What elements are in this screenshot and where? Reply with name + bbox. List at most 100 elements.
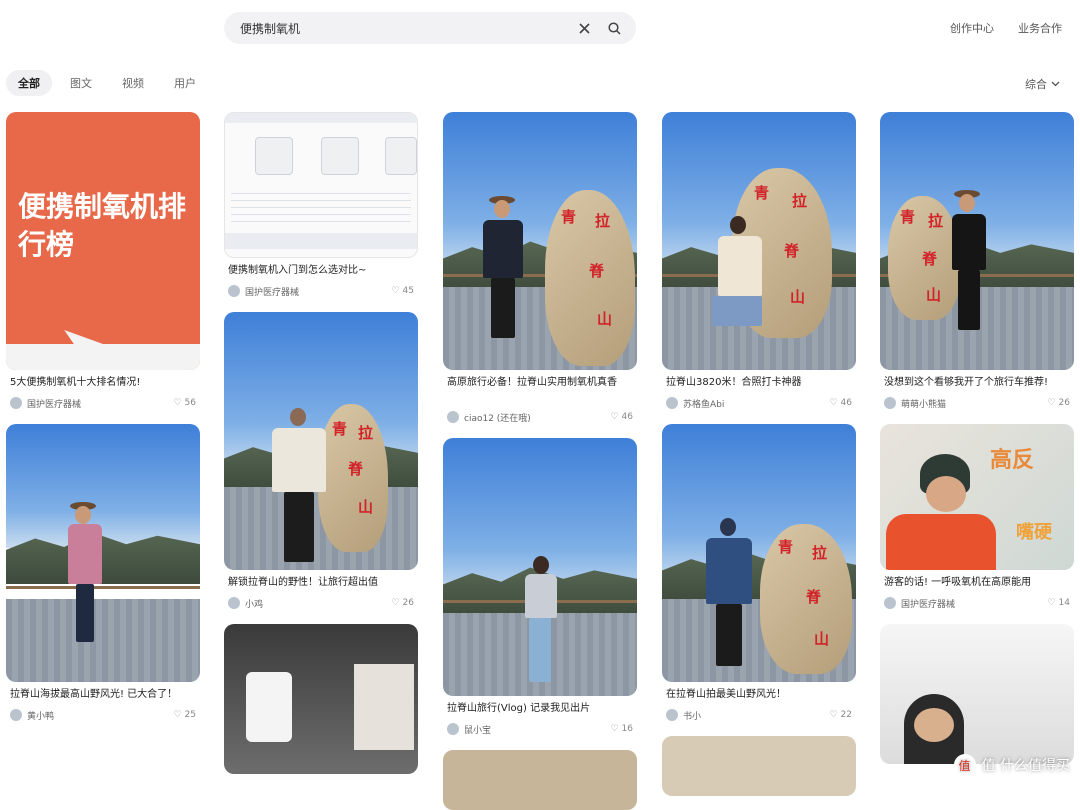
author-name[interactable]: 苏格鱼Abi — [683, 397, 724, 410]
note-card[interactable]: 拉脊山旅行(Vlog) 记录我见出片 鼠小宝 ♡ 16 — [443, 438, 637, 736]
note-title[interactable]: 5大便携制氧机十大排名情况! — [6, 376, 200, 390]
note-cover[interactable]: 高反 嘴硬 — [880, 424, 1074, 570]
avatar[interactable] — [884, 397, 896, 409]
author-name[interactable]: 小鸡 — [245, 597, 263, 610]
like-count: 45 — [402, 286, 414, 296]
note-cover[interactable]: 青拉 脊山 — [880, 112, 1074, 370]
like-count: 46 — [840, 398, 852, 408]
like-button[interactable]: ♡ 22 — [829, 710, 852, 720]
note-cover[interactable] — [443, 438, 637, 696]
like-count: 16 — [621, 724, 633, 734]
like-button[interactable]: ♡ 25 — [173, 710, 196, 720]
like-count: 26 — [402, 598, 414, 608]
heart-icon: ♡ — [173, 398, 182, 408]
note-title[interactable]: 在拉脊山拍最美山野风光！ — [662, 688, 856, 702]
clear-icon[interactable] — [576, 20, 592, 36]
avatar[interactable] — [884, 597, 896, 609]
note-cover[interactable] — [224, 624, 418, 774]
feed-column-4: 青拉 脊山 拉脊山3820米！合照打卡神器 苏格鱼Abi ♡46 青拉 脊山 — [662, 112, 856, 796]
avatar[interactable] — [228, 285, 240, 297]
like-button[interactable]: ♡ 26 — [391, 598, 414, 608]
like-button[interactable]: ♡ 56 — [173, 398, 196, 408]
author-name[interactable]: ciao12 (还在哦) — [464, 411, 531, 424]
cover-text: 便携制氧机排行榜 — [18, 190, 187, 261]
note-title[interactable]: 拉脊山旅行(Vlog) 记录我见出片 — [443, 702, 637, 716]
note-cover[interactable]: 青拉 脊山 — [662, 424, 856, 682]
note-card[interactable] — [880, 624, 1074, 764]
like-button[interactable]: ♡ 26 — [1047, 398, 1070, 408]
note-card[interactable]: 青拉 脊山 解锁拉脊山的野性！让旅行超出值 小鸡 ♡ 26 — [224, 312, 418, 610]
heart-icon: ♡ — [829, 710, 838, 720]
note-title[interactable]: 游客的话! 一呼吸氧机在高原能用 — [880, 576, 1074, 590]
note-card[interactable] — [443, 750, 637, 810]
author-name[interactable]: 黄小鸭 — [27, 709, 54, 722]
note-title[interactable]: 拉脊山海拔最高山野风光! 已大合了！ — [6, 688, 200, 702]
author-name[interactable]: 国护医疗器械 — [245, 285, 299, 298]
heart-icon: ♡ — [391, 598, 400, 608]
note-cover[interactable] — [443, 750, 637, 810]
heart-icon: ♡ — [173, 710, 182, 720]
note-cover[interactable] — [880, 624, 1074, 764]
like-button[interactable]: ♡ 45 — [391, 286, 414, 296]
avatar[interactable] — [666, 397, 678, 409]
note-card[interactable]: 便携制氧机入门到怎么选对比~ 国护医疗器械 ♡ 45 — [224, 112, 418, 298]
avatar[interactable] — [447, 411, 459, 423]
like-button[interactable]: ♡ 16 — [610, 724, 633, 734]
author-name[interactable]: 鼠小宝 — [464, 723, 491, 736]
note-card[interactable]: 青拉 脊山 高原旅行必备！拉脊山实用制氧机真香 ciao12 (还在哦) ♡ 46 — [443, 112, 637, 424]
note-cover[interactable] — [6, 424, 200, 682]
avatar[interactable] — [228, 597, 240, 609]
heart-icon: ♡ — [1047, 398, 1056, 408]
avatar[interactable] — [447, 723, 459, 735]
note-cover[interactable]: 青拉 脊山 — [224, 312, 418, 570]
tab-video[interactable]: 视频 — [110, 70, 156, 96]
note-card[interactable] — [662, 736, 856, 796]
watermark: 值 值 什么值得买 — [953, 754, 1070, 776]
note-title[interactable]: 便携制氧机入门到怎么选对比~ — [224, 264, 418, 278]
like-button[interactable]: ♡ 46 — [829, 398, 852, 408]
note-cover[interactable] — [662, 736, 856, 796]
note-cover[interactable]: 便携制氧机排行榜 — [6, 112, 200, 370]
avatar[interactable] — [10, 709, 22, 721]
business-link[interactable]: 业务合作 — [1018, 20, 1062, 36]
cover-text: 嘴硬 — [1016, 522, 1052, 543]
note-card[interactable]: 青拉 脊山 拉脊山3820米！合照打卡神器 苏格鱼Abi ♡ 46 — [662, 112, 856, 410]
avatar[interactable] — [10, 397, 22, 409]
author-name[interactable]: 国护医疗器械 — [901, 597, 955, 610]
tab-image-text[interactable]: 图文 — [58, 70, 104, 96]
note-cover[interactable] — [224, 112, 418, 258]
heart-icon: ♡ — [391, 286, 400, 296]
note-cover[interactable]: 青拉 脊山 — [662, 112, 856, 370]
filter-tabs: 全部 图文 视频 用户 — [6, 70, 208, 96]
note-card[interactable]: 拉脊山海拔最高山野风光! 已大合了！ 黄小鸭 ♡ 25 — [6, 424, 200, 722]
note-card[interactable] — [224, 624, 418, 774]
note-cover[interactable]: 青拉 脊山 — [443, 112, 637, 370]
note-card[interactable]: 便携制氧机排行榜 5大便携制氧机十大排名情况! 国护医疗器械 ♡ 56 — [6, 112, 200, 410]
like-button[interactable]: ♡ 46 — [610, 412, 633, 422]
heart-icon: ♡ — [610, 724, 619, 734]
like-count: 26 — [1058, 398, 1070, 408]
note-title[interactable]: 解锁拉脊山的野性！让旅行超出值 — [224, 576, 418, 590]
note-card[interactable]: 青拉 脊山 没想到这个看够我开了个旅行车推荐! 萌萌小熊猫 ♡ 26 — [880, 112, 1074, 410]
note-title[interactable]: 高原旅行必备！拉脊山实用制氧机真香 — [443, 376, 637, 404]
note-card[interactable]: 青拉 脊山 在拉脊山拍最美山野风光！ 书小 ♡ 22 — [662, 424, 856, 722]
chevron-down-icon — [1051, 81, 1060, 87]
search-bar[interactable] — [224, 12, 636, 44]
sort-dropdown[interactable]: 综合 — [1025, 76, 1060, 92]
note-title[interactable]: 没想到这个看够我开了个旅行车推荐! — [880, 376, 1074, 390]
note-card[interactable]: 高反 嘴硬 游客的话! 一呼吸氧机在高原能用 国护医疗器械 ♡ 14 — [880, 424, 1074, 610]
avatar[interactable] — [666, 709, 678, 721]
heart-icon: ♡ — [610, 412, 619, 422]
like-button[interactable]: ♡ 14 — [1047, 598, 1070, 608]
creator-center-link[interactable]: 创作中心 — [950, 20, 994, 36]
author-name[interactable]: 国护医疗器械 — [27, 397, 81, 410]
tab-all[interactable]: 全部 — [6, 70, 52, 96]
note-title[interactable]: 拉脊山3820米！合照打卡神器 — [662, 376, 856, 390]
author-name[interactable]: 书小 — [683, 709, 701, 722]
tab-user[interactable]: 用户 — [162, 70, 208, 96]
heart-icon: ♡ — [1047, 598, 1056, 608]
search-input[interactable] — [238, 20, 562, 36]
author-name[interactable]: 萌萌小熊猫 — [901, 397, 946, 410]
search-icon[interactable] — [606, 20, 622, 36]
like-count: 46 — [621, 412, 633, 422]
